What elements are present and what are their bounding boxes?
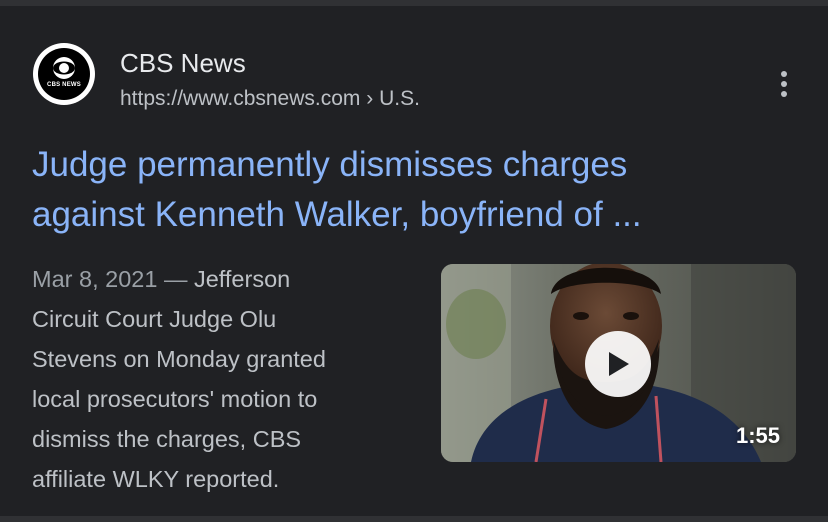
- site-url: https://www.cbsnews.com: [120, 87, 361, 110]
- video-thumbnail[interactable]: 1:55: [441, 264, 796, 462]
- result-snippet: Mar 8, 2021 — Jefferson Circuit Court Ju…: [32, 259, 432, 499]
- snippet-date: Mar 8, 2021: [32, 266, 158, 292]
- site-url-breadcrumb[interactable]: https://www.cbsnews.com › U.S.: [120, 86, 420, 112]
- cbs-eye-logo-icon: CBS NEWS: [38, 48, 90, 100]
- title-line: Judge permanently dismisses charges: [32, 145, 628, 184]
- snippet-line: Mar 8, 2021 — Jefferson: [32, 259, 432, 299]
- site-name[interactable]: CBS News: [120, 48, 246, 78]
- breadcrumb-separator-icon: ›: [366, 87, 374, 110]
- snippet-line: local prosecutors' motion to: [32, 386, 318, 412]
- title-line: against Kenneth Walker, boyfriend of ...: [32, 195, 642, 234]
- more-options-button[interactable]: [766, 64, 802, 104]
- snippet-line: Circuit Court Judge Olu: [32, 306, 277, 332]
- video-duration: 1:55: [735, 423, 780, 448]
- site-favicon[interactable]: CBS NEWS: [33, 43, 95, 105]
- snippet-line: dismiss the charges, CBS: [32, 426, 302, 452]
- search-result-card: CBS NEWS CBS News https://www.cbsnews.co…: [0, 6, 828, 516]
- play-icon: [609, 352, 629, 376]
- result-title-link[interactable]: Judge permanently dismisses charges agai…: [32, 140, 792, 240]
- snippet-text: Jefferson: [193, 266, 291, 292]
- favicon-logo-text: CBS NEWS: [47, 82, 81, 88]
- snippet-dash: —: [163, 266, 188, 292]
- breadcrumb-section: U.S.: [379, 87, 420, 110]
- more-vert-icon: [781, 71, 787, 77]
- snippet-line: Stevens on Monday granted: [32, 346, 326, 372]
- play-button[interactable]: [585, 331, 651, 397]
- snippet-line: affiliate WLKY reported.: [32, 466, 280, 492]
